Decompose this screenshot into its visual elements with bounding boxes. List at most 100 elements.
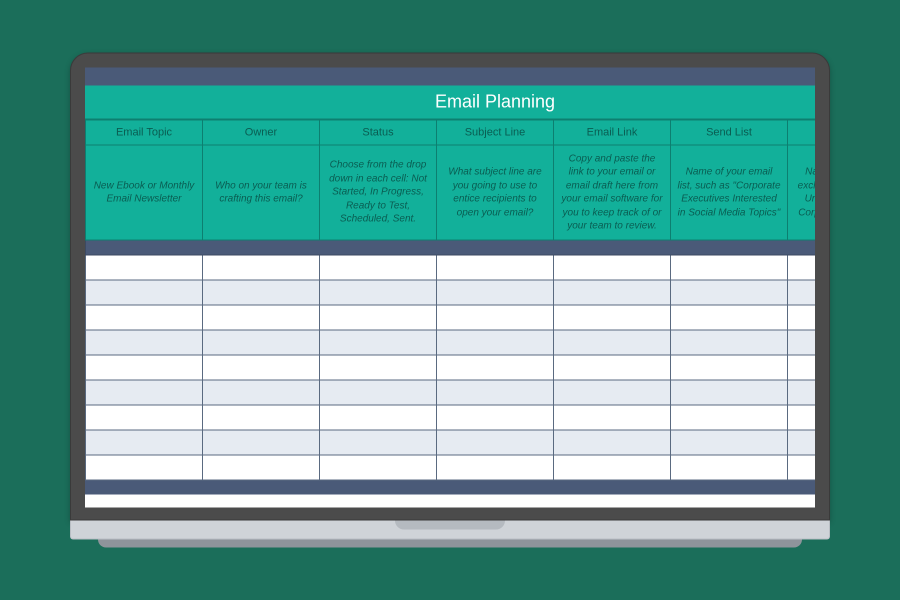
table-row — [86, 305, 816, 330]
col-desc: Who on your team is crafting this email? — [203, 145, 320, 240]
table-body — [86, 255, 816, 480]
col-header[interactable]: Email Link — [554, 120, 671, 145]
cell[interactable] — [203, 355, 320, 380]
cell[interactable] — [554, 405, 671, 430]
cell[interactable] — [437, 455, 554, 480]
col-desc: What subject line are you going to use t… — [437, 145, 554, 240]
cell[interactable] — [788, 255, 816, 280]
cell[interactable] — [788, 305, 816, 330]
sheet-top-bar — [85, 68, 815, 86]
cell[interactable] — [671, 305, 788, 330]
laptop-screen: Email Planning Email Topic Owner Status … — [85, 68, 815, 508]
cell[interactable] — [554, 330, 671, 355]
cell[interactable] — [320, 430, 437, 455]
cell[interactable] — [554, 305, 671, 330]
cell[interactable] — [203, 455, 320, 480]
col-desc: Names of lists you exclude from your Ex:… — [788, 145, 816, 240]
cell[interactable] — [554, 355, 671, 380]
cell[interactable] — [86, 380, 203, 405]
cell[interactable] — [671, 330, 788, 355]
cell[interactable] — [671, 455, 788, 480]
cell[interactable] — [554, 380, 671, 405]
cell[interactable] — [86, 355, 203, 380]
cell[interactable] — [86, 430, 203, 455]
cell[interactable] — [437, 305, 554, 330]
laptop-foot — [98, 540, 802, 548]
table-row — [86, 355, 816, 380]
planning-table: Email Topic Owner Status Subject Line Em… — [85, 120, 815, 481]
cell[interactable] — [788, 380, 816, 405]
cell[interactable] — [203, 330, 320, 355]
cell[interactable] — [86, 405, 203, 430]
table-row — [86, 455, 816, 480]
col-header[interactable]: Subject Line — [437, 120, 554, 145]
cell[interactable] — [554, 430, 671, 455]
col-desc: Name of your email list, such as "Corpor… — [671, 145, 788, 240]
cell[interactable] — [437, 430, 554, 455]
cell[interactable] — [86, 330, 203, 355]
spreadsheet: Email Planning Email Topic Owner Status … — [85, 68, 815, 495]
col-header[interactable]: Status — [320, 120, 437, 145]
table-row — [86, 330, 816, 355]
cell[interactable] — [437, 405, 554, 430]
cell[interactable] — [437, 255, 554, 280]
table-row — [86, 280, 816, 305]
cell[interactable] — [86, 455, 203, 480]
sheet-bottom-bar — [85, 481, 815, 495]
cell[interactable] — [788, 455, 816, 480]
col-desc: Copy and paste the link to your email or… — [554, 145, 671, 240]
cell[interactable] — [203, 305, 320, 330]
cell[interactable] — [554, 455, 671, 480]
laptop-mockup: Email Planning Email Topic Owner Status … — [70, 53, 830, 548]
cell[interactable] — [671, 405, 788, 430]
table-row — [86, 380, 816, 405]
cell[interactable] — [437, 280, 554, 305]
table-row — [86, 255, 816, 280]
cell[interactable] — [554, 280, 671, 305]
cell[interactable] — [86, 255, 203, 280]
cell[interactable] — [320, 330, 437, 355]
cell[interactable] — [203, 405, 320, 430]
cell[interactable] — [320, 280, 437, 305]
cell[interactable] — [86, 305, 203, 330]
cell[interactable] — [320, 405, 437, 430]
laptop-bezel: Email Planning Email Topic Owner Status … — [70, 53, 830, 521]
cell[interactable] — [203, 430, 320, 455]
col-header[interactable]: Send List — [671, 120, 788, 145]
cell[interactable] — [671, 380, 788, 405]
cell[interactable] — [203, 255, 320, 280]
sheet-title: Email Planning — [85, 86, 815, 120]
cell[interactable] — [554, 255, 671, 280]
cell[interactable] — [86, 280, 203, 305]
cell[interactable] — [320, 305, 437, 330]
cell[interactable] — [320, 255, 437, 280]
cell[interactable] — [437, 355, 554, 380]
col-header[interactable]: Owner — [203, 120, 320, 145]
cell[interactable] — [788, 330, 816, 355]
col-header[interactable]: Suppression — [788, 120, 816, 145]
cell[interactable] — [671, 355, 788, 380]
divider-row — [86, 240, 816, 255]
cell[interactable] — [320, 455, 437, 480]
header-row: Email Topic Owner Status Subject Line Em… — [86, 120, 816, 145]
table-row — [86, 430, 816, 455]
cell[interactable] — [437, 380, 554, 405]
cell[interactable] — [203, 380, 320, 405]
cell[interactable] — [320, 380, 437, 405]
cell[interactable] — [671, 255, 788, 280]
cell[interactable] — [671, 430, 788, 455]
cell[interactable] — [671, 280, 788, 305]
cell[interactable] — [788, 355, 816, 380]
laptop-base — [70, 521, 830, 540]
col-desc: Choose from the drop down in each cell: … — [320, 145, 437, 240]
cell[interactable] — [788, 405, 816, 430]
cell[interactable] — [203, 280, 320, 305]
laptop-hinge-notch — [395, 521, 505, 530]
cell[interactable] — [788, 430, 816, 455]
cell[interactable] — [320, 355, 437, 380]
col-header[interactable]: Email Topic — [86, 120, 203, 145]
col-desc: New Ebook or Monthly Email Newsletter — [86, 145, 203, 240]
cell[interactable] — [437, 330, 554, 355]
table-row — [86, 405, 816, 430]
cell[interactable] — [788, 280, 816, 305]
